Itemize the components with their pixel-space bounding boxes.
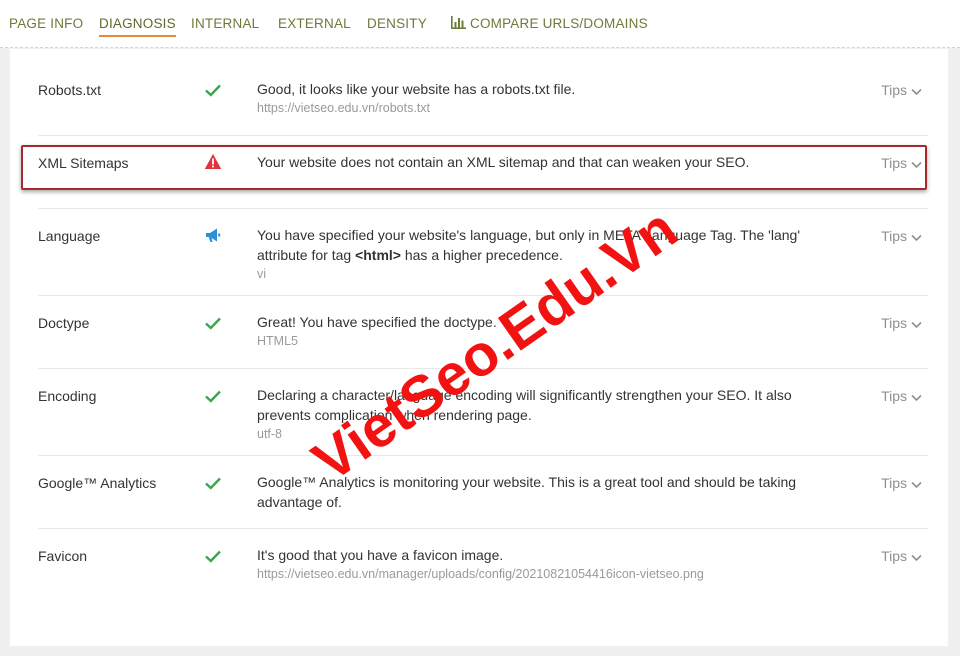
row-message: Good, it looks like your website has a r… <box>257 79 817 117</box>
tips-label: Tips <box>881 155 907 171</box>
row-message: Your website does not contain an XML sit… <box>257 152 817 172</box>
row-title: Encoding <box>38 388 97 404</box>
tips-label: Tips <box>881 548 907 564</box>
megaphone-icon <box>204 226 222 244</box>
row-message-text: Declaring a character/language encoding … <box>257 387 792 423</box>
diagnosis-row-favicon: Favicon It's good that you have a favico… <box>38 529 928 609</box>
row-detail: https://vietseo.edu.vn/robots.txt <box>257 101 431 115</box>
diagnosis-panel: Robots.txt Good, it looks like your webs… <box>10 49 948 646</box>
tab-bar: PAGE INFO DIAGNOSIS INTERNAL EXTERNAL DE… <box>0 0 960 48</box>
check-icon <box>204 547 222 565</box>
row-message-html-tag: <html> <box>355 247 401 263</box>
row-title: Language <box>38 228 101 244</box>
diagnosis-row-robots: Robots.txt Good, it looks like your webs… <box>38 49 928 136</box>
diagnosis-row-google-analytics: Google™ Analytics Google™ Analytics is m… <box>38 456 928 529</box>
row-title: Favicon <box>38 548 88 564</box>
row-message-text: Google™ Analytics is monitoring your web… <box>257 474 797 510</box>
chevron-down-icon <box>911 161 922 169</box>
row-message-text: Your website does not contain an XML sit… <box>257 154 750 170</box>
tab-diagnosis[interactable]: DIAGNOSIS <box>99 16 176 38</box>
chevron-down-icon <box>911 554 922 562</box>
row-message-post: has a higher precedence. <box>400 247 563 263</box>
row-title: Robots.txt <box>38 82 102 98</box>
row-detail: https://vietseo.edu.vn/manager/uploads/c… <box>257 567 704 581</box>
row-message-text: It's good that you have a favicon image. <box>257 547 504 563</box>
row-message: Declaring a character/language encoding … <box>257 385 817 443</box>
tab-density[interactable]: DENSITY <box>367 16 427 38</box>
chevron-down-icon <box>911 234 922 242</box>
chevron-down-icon <box>911 394 922 402</box>
row-message: It's good that you have a favicon image.… <box>257 545 857 583</box>
diagnosis-row-encoding: Encoding Declaring a character/language … <box>38 369 928 456</box>
diagnosis-row-doctype: Doctype Great! You have specified the do… <box>38 296 928 369</box>
tips-label: Tips <box>881 228 907 244</box>
row-message-text: Good, it looks like your website has a r… <box>257 81 576 97</box>
tips-label: Tips <box>881 315 907 331</box>
tips-label: Tips <box>881 388 907 404</box>
tips-toggle[interactable]: Tips <box>881 82 922 98</box>
row-detail: vi <box>257 267 267 281</box>
check-icon <box>204 81 222 99</box>
chevron-down-icon <box>911 321 922 329</box>
tab-compare-urls-domains[interactable]: COMPARE URLS/DOMAINS <box>451 16 648 38</box>
row-detail: HTML5 <box>257 334 298 348</box>
tab-external[interactable]: EXTERNAL <box>278 16 351 38</box>
tab-compare-label: COMPARE URLS/DOMAINS <box>470 16 648 31</box>
row-title: Google™ Analytics <box>38 475 157 491</box>
tips-toggle[interactable]: Tips <box>881 315 922 331</box>
diagnosis-row-xml-sitemaps: XML Sitemaps Your website does not conta… <box>38 136 928 209</box>
row-message-text: Great! You have specified the doctype. <box>257 314 497 330</box>
chevron-down-icon <box>911 481 922 489</box>
row-message: Great! You have specified the doctype. H… <box>257 312 817 350</box>
row-message: You have specified your website's langua… <box>257 225 817 283</box>
tab-page-info[interactable]: PAGE INFO <box>9 16 83 38</box>
row-title: Doctype <box>38 315 90 331</box>
tips-toggle[interactable]: Tips <box>881 155 922 171</box>
chevron-down-icon <box>911 88 922 96</box>
tips-toggle[interactable]: Tips <box>881 388 922 404</box>
row-message: Google™ Analytics is monitoring your web… <box>257 472 817 512</box>
row-detail: utf-8 <box>257 427 283 441</box>
bar-chart-icon <box>451 16 466 32</box>
check-icon <box>204 314 222 332</box>
tips-toggle[interactable]: Tips <box>881 548 922 564</box>
diagnosis-row-language: Language You have specified your website… <box>38 209 928 296</box>
tips-label: Tips <box>881 475 907 491</box>
warning-icon <box>204 153 222 171</box>
row-message-text: You have specified your website's langua… <box>257 225 817 265</box>
check-icon <box>204 387 222 405</box>
row-title: XML Sitemaps <box>38 155 129 171</box>
tips-toggle[interactable]: Tips <box>881 475 922 491</box>
tips-label: Tips <box>881 82 907 98</box>
tab-internal[interactable]: INTERNAL <box>191 16 259 38</box>
tips-toggle[interactable]: Tips <box>881 228 922 244</box>
check-icon <box>204 474 222 492</box>
